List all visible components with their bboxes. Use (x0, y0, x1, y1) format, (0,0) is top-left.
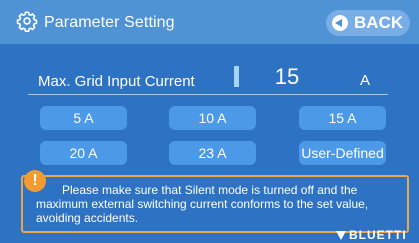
page-title: Parameter Setting (44, 14, 175, 31)
option-15a-button[interactable]: 15 A (299, 106, 386, 130)
parameter-setting-screen: Parameter Setting BACK Max. Grid Input C… (0, 0, 419, 243)
option-20a-button[interactable]: 20 A (40, 141, 127, 165)
brand-name: BLUETTI (349, 228, 407, 242)
header-bar: Parameter Setting BACK (0, 0, 419, 44)
option-23a-button[interactable]: 23 A (169, 141, 256, 165)
option-user-defined-button[interactable]: User-Defined (299, 141, 386, 165)
input-cursor (234, 66, 239, 87)
warning-text: Please make sure that Silent mode is tur… (36, 183, 369, 225)
divider (28, 94, 388, 95)
current-unit: A (360, 72, 371, 89)
brand-mark-icon (336, 230, 346, 240)
gear-icon (16, 11, 38, 32)
option-5a-button[interactable]: 5 A (40, 106, 127, 130)
current-value-input[interactable]: 15 (262, 64, 312, 90)
brand-logo: BLUETTI (336, 228, 407, 242)
setting-label: Max. Grid Input Current (38, 73, 195, 90)
option-10a-button[interactable]: 10 A (169, 106, 256, 130)
back-arrow-icon (332, 15, 348, 31)
back-button[interactable]: BACK (326, 10, 410, 36)
back-button-label: BACK (354, 13, 404, 32)
